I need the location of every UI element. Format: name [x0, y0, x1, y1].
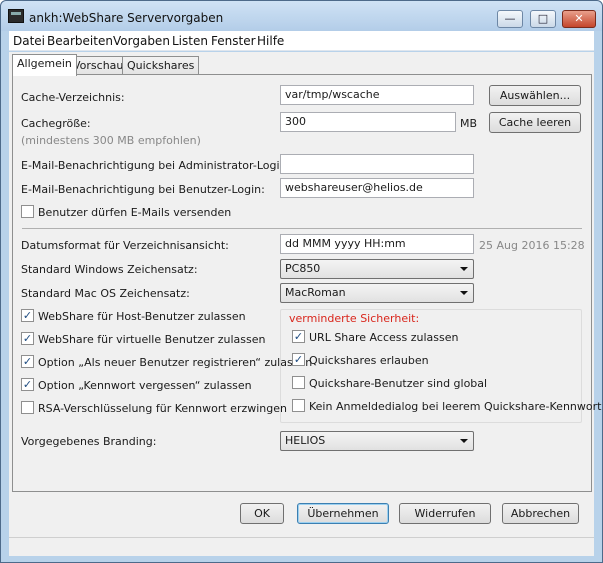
quickshare-global-checkbox[interactable]	[292, 376, 305, 389]
cache-dir-label: Cache-Verzeichnis:	[21, 91, 125, 104]
close-button[interactable]: ✕	[562, 10, 596, 28]
ok-button[interactable]: OK	[240, 503, 284, 524]
title-bar: ankh:WebShare Servervorgaben — □ ✕	[1, 1, 602, 31]
win-charset-value: PC850	[285, 262, 321, 275]
branding-select[interactable]: HELIOS	[280, 431, 474, 451]
mac-charset-value: MacRoman	[285, 286, 346, 299]
forgot-password-checkbox[interactable]: ✓	[21, 378, 34, 391]
clear-cache-button[interactable]: Cache leeren	[489, 112, 581, 133]
apply-button[interactable]: Übernehmen	[297, 503, 389, 524]
branding-value: HELIOS	[285, 434, 326, 447]
win-charset-select[interactable]: PC850	[280, 259, 474, 279]
user-email-label: E-Mail-Benachrichtigung bei Benutzer-Log…	[21, 183, 265, 196]
app-window: ankh:WebShare Servervorgaben — □ ✕ Datei…	[0, 0, 603, 563]
menu-listen[interactable]: Listen	[172, 34, 208, 48]
chevron-down-icon	[460, 291, 468, 295]
virtual-users-label: WebShare für virtuelle Benutzer zulassen	[38, 333, 266, 346]
users-send-email-label: Benutzer dürfen E-Mails versenden	[38, 206, 232, 219]
host-users-label: WebShare für Host-Benutzer zulassen	[38, 310, 246, 323]
rsa-encryption-label: RSA-Verschlüsselung für Kennwort erzwing…	[38, 402, 287, 415]
chevron-down-icon	[460, 439, 468, 443]
menu-datei[interactable]: Datei	[13, 34, 45, 48]
url-share-label: URL Share Access zulassen	[309, 331, 459, 344]
security-group-title: verminderte Sicherheit:	[289, 312, 420, 325]
users-send-email-checkbox[interactable]	[21, 205, 34, 218]
window-title: ankh:WebShare Servervorgaben	[29, 11, 224, 25]
revert-button[interactable]: Widerrufen	[399, 503, 491, 524]
cache-dir-input[interactable]: var/tmp/wscache	[280, 85, 474, 105]
minimize-button[interactable]: —	[497, 10, 523, 28]
cache-size-unit: MB	[460, 117, 478, 130]
choose-dir-button[interactable]: Auswählen...	[489, 85, 581, 106]
no-login-dialog-checkbox[interactable]	[292, 399, 305, 412]
win-charset-label: Standard Windows Zeichensatz:	[21, 263, 198, 276]
general-panel: Cache-Verzeichnis: var/tmp/wscache Auswä…	[12, 74, 601, 492]
tab-vorschau[interactable]: Vorschau	[68, 56, 129, 75]
rsa-encryption-checkbox[interactable]	[21, 401, 34, 414]
branding-label: Vorgegebenes Branding:	[21, 435, 157, 448]
tab-quickshares[interactable]: Quickshares	[122, 56, 200, 75]
date-format-preview: 25 Aug 2016 15:28	[479, 239, 585, 252]
admin-email-input[interactable]	[280, 154, 474, 174]
cache-size-label: Cachegröße:	[21, 117, 91, 130]
mac-charset-select[interactable]: MacRoman	[280, 283, 474, 303]
register-option-label: Option „Als neuer Benutzer registrieren“…	[38, 356, 313, 369]
date-format-label: Datumsformat für Verzeichnisansicht:	[21, 239, 229, 252]
url-share-checkbox[interactable]: ✓	[292, 330, 305, 343]
status-bar	[9, 537, 594, 556]
menu-vorgaben[interactable]: Vorgaben	[113, 34, 170, 48]
mac-charset-label: Standard Mac OS Zeichensatz:	[21, 287, 190, 300]
admin-email-label: E-Mail-Benachrichtigung bei Administrato…	[21, 159, 291, 172]
cache-size-hint: (mindestens 300 MB empfohlen)	[21, 134, 201, 147]
quickshares-allow-checkbox[interactable]: ✓	[292, 353, 305, 366]
virtual-users-checkbox[interactable]: ✓	[21, 332, 34, 345]
user-email-input[interactable]: webshareuser@helios.de	[280, 178, 474, 198]
tab-allgemein[interactable]: Allgemein	[12, 54, 77, 76]
dialog-client: Allgemein Vorschau Quickshares Cache-Ver…	[9, 52, 601, 556]
menu-fenster[interactable]: Fenster	[211, 34, 256, 48]
quickshare-global-label: Quickshare-Benutzer sind global	[309, 377, 488, 390]
cache-size-input[interactable]: 300	[280, 112, 456, 132]
cancel-button[interactable]: Abbrechen	[502, 503, 579, 524]
menu-hilfe[interactable]: Hilfe	[257, 34, 284, 48]
chevron-down-icon	[460, 267, 468, 271]
separator	[22, 228, 582, 229]
date-format-input[interactable]: dd MMM yyyy HH:mm	[280, 234, 474, 254]
register-option-checkbox[interactable]: ✓	[21, 355, 34, 368]
maximize-button[interactable]: □	[530, 10, 556, 28]
app-icon	[8, 9, 24, 23]
no-login-dialog-label: Kein Anmeldedialog bei leerem Quickshare…	[309, 400, 602, 413]
quickshares-allow-label: Quickshares erlauben	[309, 354, 429, 367]
menu-bar: Datei Bearbeiten Vorgaben Listen Fenster…	[9, 31, 594, 51]
forgot-password-label: Option „Kennwort vergessen“ zulassen	[38, 379, 252, 392]
host-users-checkbox[interactable]: ✓	[21, 309, 34, 322]
menu-bearbeiten[interactable]: Bearbeiten	[47, 34, 113, 48]
